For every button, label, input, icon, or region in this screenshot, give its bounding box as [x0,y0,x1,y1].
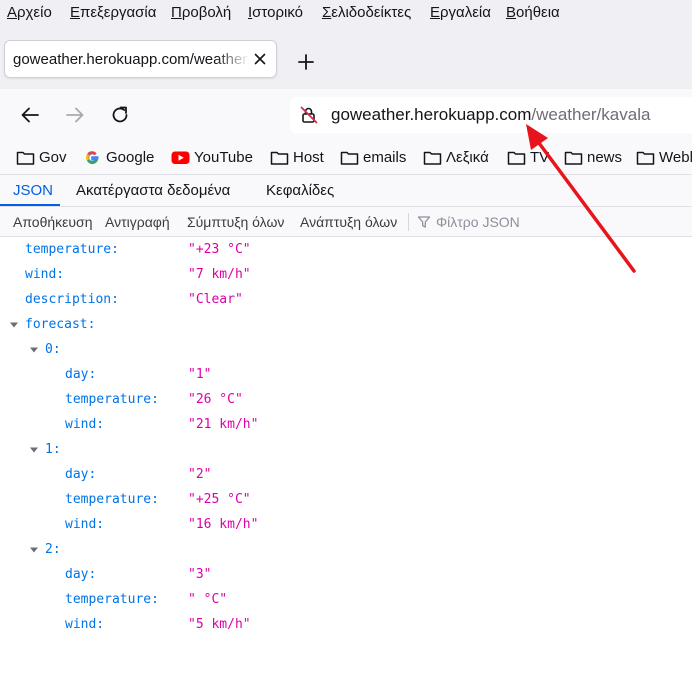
menu-view[interactable]: Προβολή [171,4,231,21]
json-row-forecast[interactable]: forecast: [0,312,692,337]
json-row-day[interactable]: day: "2" [0,462,692,487]
menu-bar: Αρχείο Επεξεργασία Προβολή Ιστορικό Σελι… [0,0,692,27]
expand-triangle-icon[interactable] [9,320,19,330]
tab-strip: goweather.herokuapp.com/weather/kavala [0,27,692,89]
json-row-forecast-0[interactable]: 0: [0,337,692,362]
json-value: "16 km/h" [188,517,259,532]
menu-bookmarks[interactable]: Σελιδοδείκτες [322,4,411,21]
json-row-temperature[interactable]: temperature: "+25 °C" [0,487,692,512]
menu-file[interactable]: Αρχείο [7,4,52,21]
json-value: "+25 °C" [188,492,251,507]
menu-help[interactable]: Βοήθεια [506,4,560,21]
folder-icon [636,151,655,165]
json-key: wind: [65,517,105,532]
json-value: "Clear" [188,292,243,307]
tab-title: goweather.herokuapp.com/weather/kavala [13,51,249,68]
json-row-temperature[interactable]: temperature: "+23 °C" [0,237,692,262]
json-key: description: [25,292,119,307]
json-row-forecast-1[interactable]: 1: [0,437,692,462]
json-key: wind: [65,417,105,432]
json-value: "7 km/h" [188,267,251,282]
back-arrow-icon[interactable] [19,104,41,126]
folder-icon [16,151,35,165]
json-row-temperature[interactable]: temperature: " °C" [0,587,692,612]
json-row-day[interactable]: day: "1" [0,362,692,387]
close-icon[interactable] [252,51,268,67]
insecure-lock-icon[interactable] [299,105,319,125]
url-bar[interactable]: goweather.herokuapp.com/weather/kavala [290,97,692,133]
menu-edit[interactable]: Επεξεργασία [70,4,156,21]
json-value: "2" [188,467,212,482]
json-key: 2: [45,542,61,557]
json-key: 0: [45,342,61,357]
json-key: temperature: [25,242,119,257]
json-key: wind: [65,617,105,632]
expand-triangle-icon[interactable] [29,445,39,455]
navigation-toolbar: goweather.herokuapp.com/weather/kavala [0,89,692,141]
json-viewer-tabs: JSON Ακατέργαστα δεδομένα Κεφαλίδες [0,175,692,207]
json-value: "+23 °C" [188,242,251,257]
forward-arrow-icon[interactable] [64,104,86,126]
json-value: "1" [188,367,212,382]
folder-icon [507,151,526,165]
browser-tab[interactable]: goweather.herokuapp.com/weather/kavala [4,40,277,78]
toolbar-divider [408,213,409,231]
json-value: "26 °C" [188,392,243,407]
json-key: wind: [25,267,65,282]
json-value: " °C" [188,592,228,607]
json-key: temperature: [65,592,159,607]
tab-json[interactable]: JSON [13,182,53,199]
folder-icon [340,151,359,165]
folder-icon [270,151,289,165]
json-row-day[interactable]: day: "3" [0,562,692,587]
collapse-all-button[interactable]: Σύμπτυξη όλων [187,214,284,230]
json-key: temperature: [65,392,159,407]
folder-icon [423,151,442,165]
json-row-description[interactable]: description: "Clear" [0,287,692,312]
folder-icon [564,151,583,165]
json-row-wind[interactable]: wind: "16 km/h" [0,512,692,537]
json-filter-input[interactable]: Φίλτρο JSON [436,214,520,230]
save-button[interactable]: Αποθήκευση [13,214,92,230]
json-value: "3" [188,567,212,582]
json-row-wind[interactable]: wind: "21 km/h" [0,412,692,437]
new-tab-plus-icon[interactable] [296,52,316,72]
filter-icon [417,216,431,228]
json-key: forecast: [25,317,96,332]
json-tree: temperature: "+23 °C" wind: "7 km/h" des… [0,237,692,675]
json-value: "21 km/h" [188,417,259,432]
menu-tools[interactable]: Εργαλεία [430,4,491,21]
json-key: 1: [45,442,61,457]
url-text[interactable]: goweather.herokuapp.com/weather/kavala [331,105,650,125]
copy-button[interactable]: Αντιγραφή [105,214,170,230]
json-key: temperature: [65,492,159,507]
json-key: day: [65,567,97,582]
expand-triangle-icon[interactable] [29,545,39,555]
google-g-icon [85,151,99,165]
reload-icon[interactable] [109,104,131,126]
json-row-wind[interactable]: wind: "5 km/h" [0,612,692,637]
tab-headers[interactable]: Κεφαλίδες [266,182,334,199]
menu-history[interactable]: Ιστορικό [248,4,303,21]
expand-all-button[interactable]: Ανάπτυξη όλων [300,214,397,230]
json-toolbar: Αποθήκευση Αντιγραφή Σύμπτυξη όλων Ανάπτ… [0,207,692,237]
json-row-temperature[interactable]: temperature: "26 °C" [0,387,692,412]
active-tab-indicator [0,204,60,206]
tab-raw-data[interactable]: Ακατέργαστα δεδομένα [76,182,230,199]
json-key: day: [65,467,97,482]
bookmarks-toolbar: Gov Google YouTube Host emails Λεξικά TV… [0,141,692,175]
expand-triangle-icon[interactable] [29,345,39,355]
youtube-icon [171,151,190,164]
json-row-wind[interactable]: wind: "7 km/h" [0,262,692,287]
json-value: "5 km/h" [188,617,251,632]
json-row-forecast-2[interactable]: 2: [0,537,692,562]
json-key: day: [65,367,97,382]
